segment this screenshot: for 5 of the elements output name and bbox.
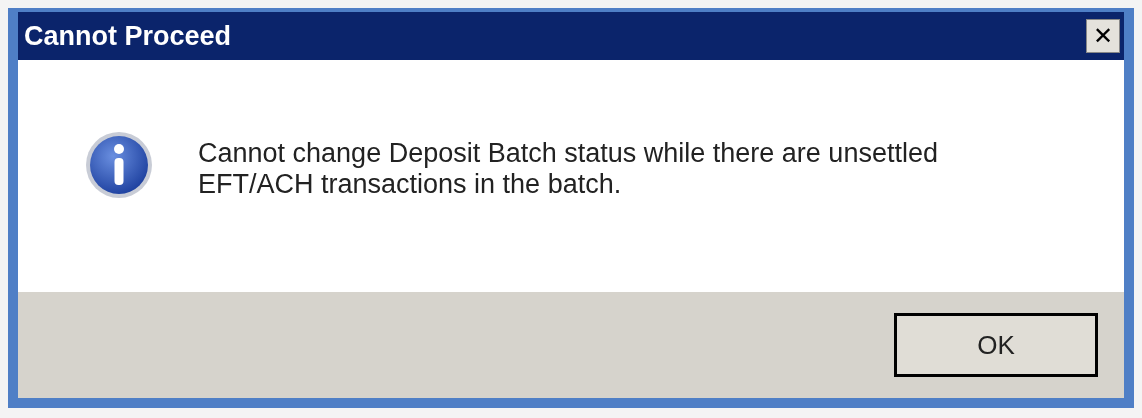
message-text: Cannot change Deposit Batch status while there are unsettled EFT/ACH transactions in the batch. xyxy=(198,137,939,200)
close-button[interactable]: ✕ xyxy=(1086,19,1120,53)
ok-button[interactable]: OK xyxy=(894,313,1098,377)
info-icon xyxy=(84,130,154,200)
window-title: Cannot Proceed xyxy=(24,19,232,53)
